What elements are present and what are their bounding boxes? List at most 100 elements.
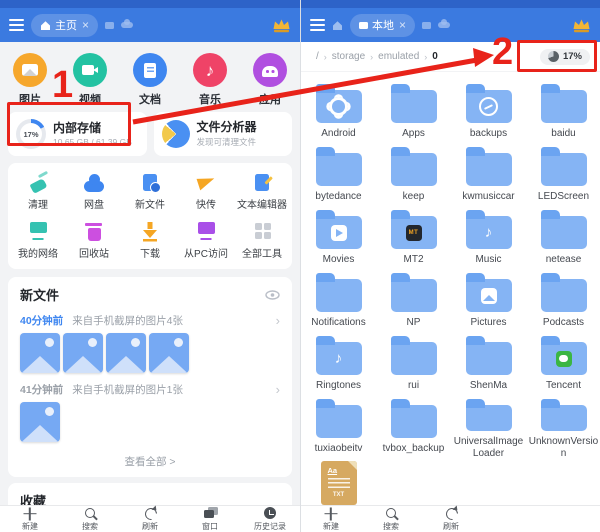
tool-icon — [193, 219, 219, 243]
file-overlay-icon — [391, 279, 437, 312]
tool-label: 清理 — [28, 200, 48, 211]
category-item[interactable]: 音乐 — [180, 53, 240, 107]
cloud-tab-icon[interactable] — [438, 19, 451, 28]
toolbar-button[interactable]: 历史记录 — [240, 506, 300, 532]
file-name: Podcasts — [542, 317, 585, 328]
premium-crown-icon[interactable] — [272, 18, 291, 33]
file-grid-item[interactable]: Notifications — [301, 270, 376, 333]
toolbar-button[interactable]: 新建 — [301, 506, 361, 532]
file-grid-item[interactable]: Tencent — [526, 333, 600, 396]
tool-label: 下载 — [140, 249, 160, 260]
file-grid-item[interactable]: Apps — [376, 81, 451, 144]
file-grid-item[interactable]: bytedance — [301, 144, 376, 207]
toolbar-button[interactable]: 刷新 — [421, 506, 481, 532]
file-icon — [540, 399, 587, 431]
file-overlay-icon — [466, 90, 512, 123]
storage-usage-percent: 17% — [562, 51, 582, 62]
toolbar-label: 新建 — [323, 522, 339, 531]
toolbar-button[interactable]: 刷新 — [120, 506, 180, 532]
file-grid-item[interactable]: rui — [376, 333, 451, 396]
tool-icon — [249, 219, 275, 243]
window-tab-icon[interactable] — [105, 21, 115, 29]
category-item[interactable]: 视频 — [60, 53, 120, 107]
file-analyzer-card[interactable]: 文件分析器 发现可清理文件 — [153, 112, 292, 156]
category-item[interactable]: 图片 — [0, 53, 60, 107]
eye-icon[interactable] — [265, 289, 280, 300]
category-icon — [133, 53, 167, 87]
file-name: baidu — [551, 128, 576, 139]
file-grid-item[interactable]: tuxiaobeitv — [301, 396, 376, 459]
view-all-link[interactable]: 查看全部 > — [20, 454, 280, 469]
tool-item[interactable]: 我的网络 — [10, 219, 66, 260]
file-grid-item[interactable]: netease — [526, 207, 600, 270]
tool-item[interactable]: 下载 — [122, 219, 178, 260]
tab-close-icon[interactable]: × — [82, 19, 89, 31]
file-grid-item[interactable]: Pictures — [451, 270, 526, 333]
tool-item[interactable]: 文本编辑器 — [234, 170, 290, 211]
tool-item[interactable]: 快传 — [178, 170, 234, 211]
file-grid-item[interactable]: Ringtones — [301, 333, 376, 396]
toolbar-button[interactable]: 窗口 — [180, 506, 240, 532]
file-grid-item[interactable]: tvbox_backup — [376, 396, 451, 459]
file-grid-item[interactable]: baidu — [526, 81, 600, 144]
image-thumbnail[interactable] — [106, 333, 146, 373]
menu-icon[interactable] — [9, 16, 24, 34]
tool-item[interactable]: 从PC访问 — [178, 219, 234, 260]
new-files-group-row[interactable]: 40分钟前 来自手机截屏的图片4张 › — [20, 313, 280, 328]
tool-item[interactable]: 新文件 — [122, 170, 178, 211]
premium-crown-icon[interactable] — [572, 18, 591, 33]
tool-item[interactable]: 网盘 — [66, 170, 122, 211]
window-tab-icon[interactable] — [422, 21, 432, 29]
cloud-tab-icon[interactable] — [121, 19, 134, 28]
image-thumbnail[interactable] — [20, 333, 60, 373]
file-grid-item[interactable]: kwmusiccar — [451, 144, 526, 207]
tool-item[interactable]: 清理 — [10, 170, 66, 211]
file-grid-item[interactable]: Podcasts — [526, 270, 600, 333]
file-grid-item[interactable]: MT2 — [376, 207, 451, 270]
tool-label: 从PC访问 — [184, 249, 228, 260]
tab-close-icon[interactable]: × — [399, 19, 406, 31]
home-icon — [41, 20, 50, 30]
group-time: 41分钟前 — [20, 384, 64, 396]
bottom-toolbar: 新建 搜索 刷新 — [301, 505, 600, 532]
tool-item[interactable]: 回收站 — [66, 219, 122, 260]
toolbar-button[interactable]: 搜索 — [60, 506, 120, 532]
new-files-group-row[interactable]: 41分钟前 来自手机截屏的图片1张 › — [20, 382, 280, 397]
file-grid-item[interactable]: ShenMa — [451, 333, 526, 396]
tool-icon — [81, 170, 107, 194]
file-grid-item[interactable]: LEDScreen — [526, 144, 600, 207]
file-grid-item[interactable]: backups — [451, 81, 526, 144]
file-name: LEDScreen — [537, 191, 590, 202]
tool-item[interactable]: 全部工具 — [234, 219, 290, 260]
breadcrumb-segment[interactable]: / — [316, 51, 319, 62]
file-grid-item[interactable]: UniversalImageLoader — [451, 396, 526, 459]
toolbar-button[interactable]: 搜索 — [361, 506, 421, 532]
category-item[interactable]: 文档 — [120, 53, 180, 107]
storage-usage-badge[interactable]: 17% — [539, 48, 590, 65]
image-thumbnail[interactable] — [149, 333, 189, 373]
toolbar-label: 刷新 — [142, 522, 158, 531]
tab-home[interactable]: 主页 × — [31, 13, 99, 37]
breadcrumb-segment[interactable]: emulated — [378, 51, 419, 62]
file-grid-item[interactable]: Movies — [301, 207, 376, 270]
file-overlay-icon — [541, 216, 587, 249]
tab-local[interactable]: 本地 × — [350, 13, 416, 37]
file-grid-item[interactable]: keep — [376, 144, 451, 207]
breadcrumb-segment[interactable]: 0 — [432, 51, 438, 62]
file-grid-item[interactable]: Music — [451, 207, 526, 270]
toolbar-icon — [441, 507, 461, 520]
new-files-title: 新文件 — [20, 288, 60, 303]
toolbar-button[interactable]: 新建 — [0, 506, 60, 532]
image-thumbnail[interactable] — [20, 402, 60, 442]
internal-storage-card[interactable]: 17% 内部存储 10.65 GB / 61.39 GB — [8, 112, 147, 156]
file-overlay-icon — [316, 90, 362, 123]
file-grid-item[interactable]: UnknownVersion — [526, 396, 600, 459]
category-item[interactable]: 应用 — [240, 53, 300, 107]
breadcrumb-segment[interactable]: storage — [332, 51, 365, 62]
file-grid-item[interactable]: NP — [376, 270, 451, 333]
menu-icon[interactable] — [310, 16, 325, 34]
tool-icon — [249, 170, 275, 194]
home-tab-icon[interactable] — [332, 20, 343, 31]
file-grid-item[interactable]: Android — [301, 81, 376, 144]
image-thumbnail[interactable] — [63, 333, 103, 373]
